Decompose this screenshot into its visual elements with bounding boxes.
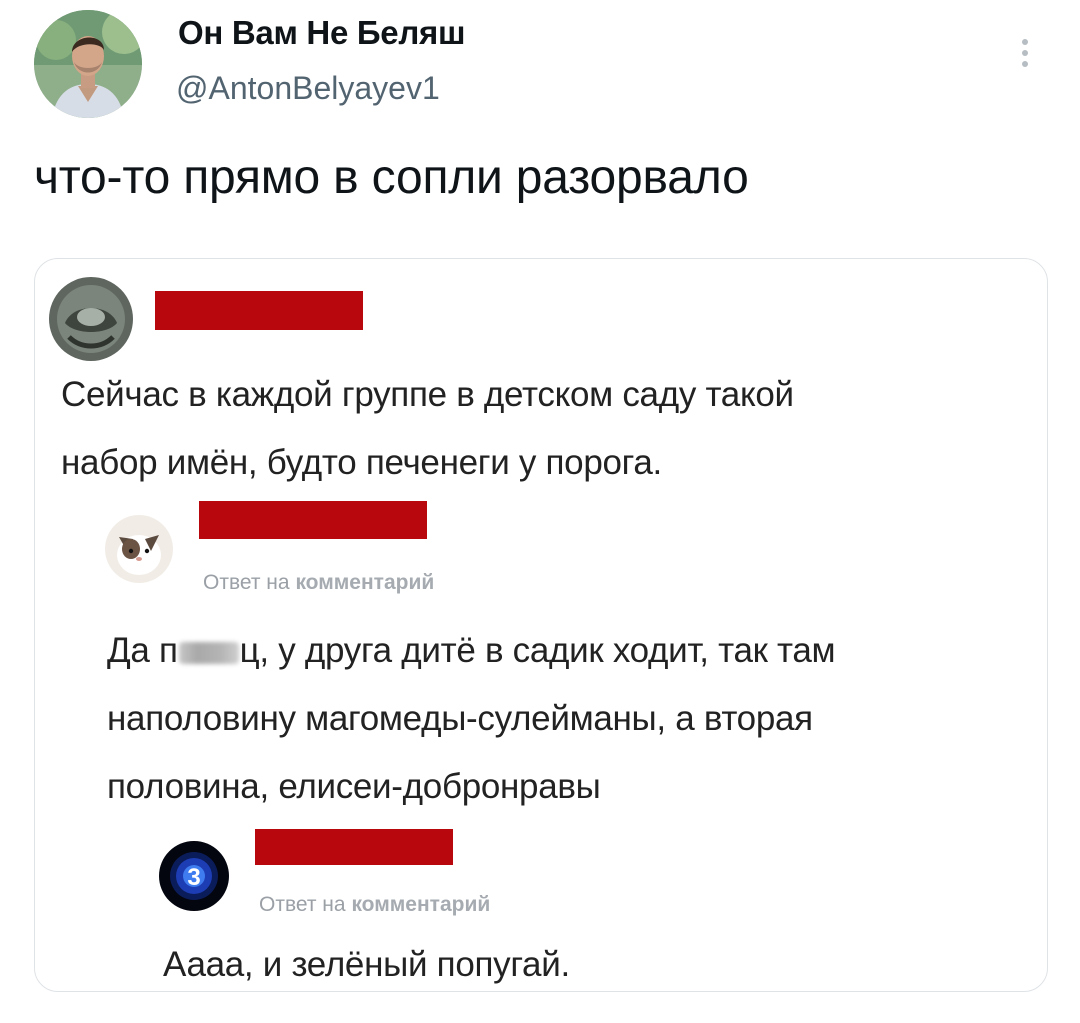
comment-text-line: Сейчас в каждой группе в детском саду та… [61,375,794,414]
reply-prefix: Ответ на [203,571,290,594]
reply-to-comment-label: Ответ на комментарий [259,893,490,917]
comment-text-line: наполовину магомеды-сулейманы, а вторая [107,699,813,738]
commenter-avatar [105,515,173,583]
author-handle[interactable]: @AntonBelyayev1 [176,70,440,107]
commenter-avatar: 3 [159,841,229,911]
censored-word-blur [178,641,239,664]
reply-suffix: комментарий [351,893,491,916]
redacted-username [199,501,427,539]
comment-text-fragment: Да п [107,631,178,670]
reply-suffix: комментарий [295,571,435,594]
tweet-text: что-то прямо в сопли разорвало [34,151,749,204]
tweet-media-image[interactable]: Сейчас в каждой группе в детском саду та… [34,258,1048,992]
redacted-username [155,291,363,330]
reply-prefix: Ответ на [259,893,346,916]
reply-to-comment-label: Ответ на комментарий [203,571,434,595]
redacted-username [255,829,453,865]
comment-text-fragment: ц, у друга дитё в садик ходит, так там [239,631,836,670]
comment-text-line: набор имён, будто печенеги у порога. [61,443,662,482]
commenter-avatar [49,277,133,361]
comment-text-line: Да п ц, у друга дитё в садик ходит, так т… [107,617,836,685]
comment-text-line: Аааа, и зелёный попугай. [163,945,570,984]
vertical-ellipsis-icon-dot [1022,61,1028,67]
comment-text-line: половина, елисеи-добронравы [107,767,601,806]
author-display-name[interactable]: Он Вам Не Беляш [178,14,465,52]
vertical-ellipsis-icon-dot [1022,50,1028,56]
more-options-button[interactable] [1010,30,1040,76]
avatar-glyph: 3 [187,864,200,891]
author-avatar[interactable] [34,10,142,118]
vertical-ellipsis-icon [1022,39,1028,45]
